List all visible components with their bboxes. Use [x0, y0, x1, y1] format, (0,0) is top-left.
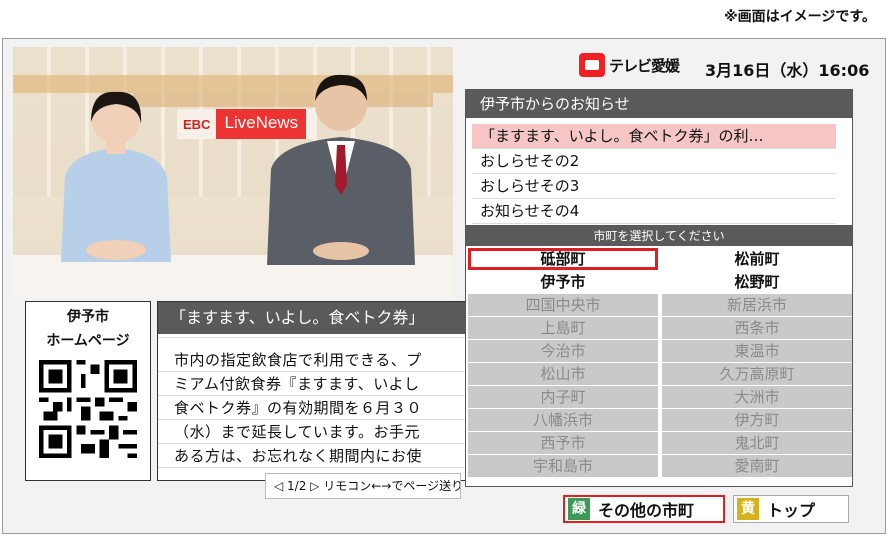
qr-title-city: 伊予市 [67, 309, 109, 325]
top-button[interactable]: 黄 トップ [733, 495, 849, 523]
green-key-icon: 緑 [568, 498, 590, 520]
article-line: （水）まで延長しています。お手元 [174, 423, 421, 441]
channel-mascot-icon [579, 53, 605, 77]
town-option[interactable]: 八幡浜市 [468, 409, 658, 431]
tv-screen: EBC LiveNews 伊予市 ホームページ 「ますます、いよし。食ベトク券」… [2, 38, 886, 534]
article-line: ミアム付飲食券『ますます、いよし [174, 375, 420, 393]
notice-item[interactable]: 「ますます、いよし。食ベトク券」の利… [472, 124, 836, 149]
town-option[interactable]: 松野町 [662, 271, 852, 293]
article-line: ある方は、お忘れなく期間内にお使 [174, 447, 423, 465]
datetime: 3月16日（水）16:06 [705, 61, 870, 80]
notice-title: 伊予市からのお知らせ [466, 90, 852, 118]
town-option[interactable]: 久万高原町 [662, 363, 852, 385]
town-option[interactable]: 宇和島市 [468, 455, 658, 477]
town-option[interactable]: 新居浜市 [662, 294, 852, 316]
male-anchor [267, 74, 415, 265]
town-option[interactable]: 砥部町 [468, 248, 658, 270]
news-video: EBC LiveNews [13, 47, 453, 297]
article-panel: 「ますます、いよし。食ベトク券」 市内の指定飲食店で利用できる、プ ミアム付飲食… [157, 301, 467, 488]
town-option[interactable]: 鬼北町 [662, 432, 852, 454]
town-option[interactable]: 西条市 [662, 317, 852, 339]
town-selector-title: 市町を選択してください [466, 226, 852, 246]
town-option[interactable]: 東温市 [662, 340, 852, 362]
article-body: 市内の指定飲食店で利用できる、プ ミアム付飲食券『ますます、いよし 食ベトク券』… [158, 334, 466, 488]
other-towns-label: その他の市町 [598, 501, 695, 520]
article-line: 食ベトク券』の有効期間を６月３０ [174, 399, 423, 417]
qr-title-homepage: ホームページ [46, 333, 130, 349]
town-option[interactable]: 松山市 [468, 363, 658, 385]
homepage-qr-panel: 伊予市 ホームページ [25, 301, 151, 481]
town-option[interactable]: 今治市 [468, 340, 658, 362]
town-option[interactable]: 大洲市 [662, 386, 852, 408]
channel-logo: テレビ愛媛 [579, 53, 680, 77]
town-option[interactable]: 伊予市 [468, 271, 658, 293]
channel-name: テレビ愛媛 [609, 56, 680, 75]
disclaimer: ※画面はイメージです。 [724, 9, 876, 25]
notice-list: 「ますます、いよし。食ベトク券」の利… おしらせその2 おしらせその3 お知らせ… [472, 124, 836, 224]
town-option[interactable]: 四国中央市 [468, 294, 658, 316]
notice-item[interactable]: おしらせその2 [472, 149, 836, 174]
notice-item[interactable]: お知らせその4 [472, 199, 836, 224]
yellow-key-icon: 黄 [737, 498, 759, 520]
article-line: 市内の指定飲食店で利用できる、プ [174, 351, 422, 369]
town-option[interactable]: 上島町 [468, 317, 658, 339]
town-option[interactable]: 松前町 [662, 248, 852, 270]
town-grid: 砥部町 松前町 伊予市 松野町 四国中央市 新居浜市 上島町 西条市 今治市 東温市 松山市 久万高原… [466, 246, 852, 477]
town-option[interactable]: 伊方町 [662, 409, 852, 431]
town-option[interactable]: 愛南町 [662, 455, 852, 477]
article-title: 「ますます、いよし。食ベトク券」 [158, 302, 466, 334]
qr-code [39, 360, 137, 458]
ebc-logo-text: EBC [183, 116, 211, 132]
town-selector: 市町を選択してください 砥部町 松前町 伊予市 松野町 四国中央市 新居浜市 上島町 西条市今… [465, 225, 853, 487]
article-pager[interactable]: ◁ 1/2 ▷ リモコン←→でページ送り [265, 473, 461, 499]
notice-item[interactable]: おしらせその3 [472, 174, 836, 199]
town-option[interactable]: 内子町 [468, 386, 658, 408]
female-anchor [61, 91, 171, 262]
town-option[interactable]: 西予市 [468, 432, 658, 454]
other-towns-button[interactable]: 緑 その他の市町 [563, 495, 725, 523]
top-label: トップ [767, 501, 816, 520]
